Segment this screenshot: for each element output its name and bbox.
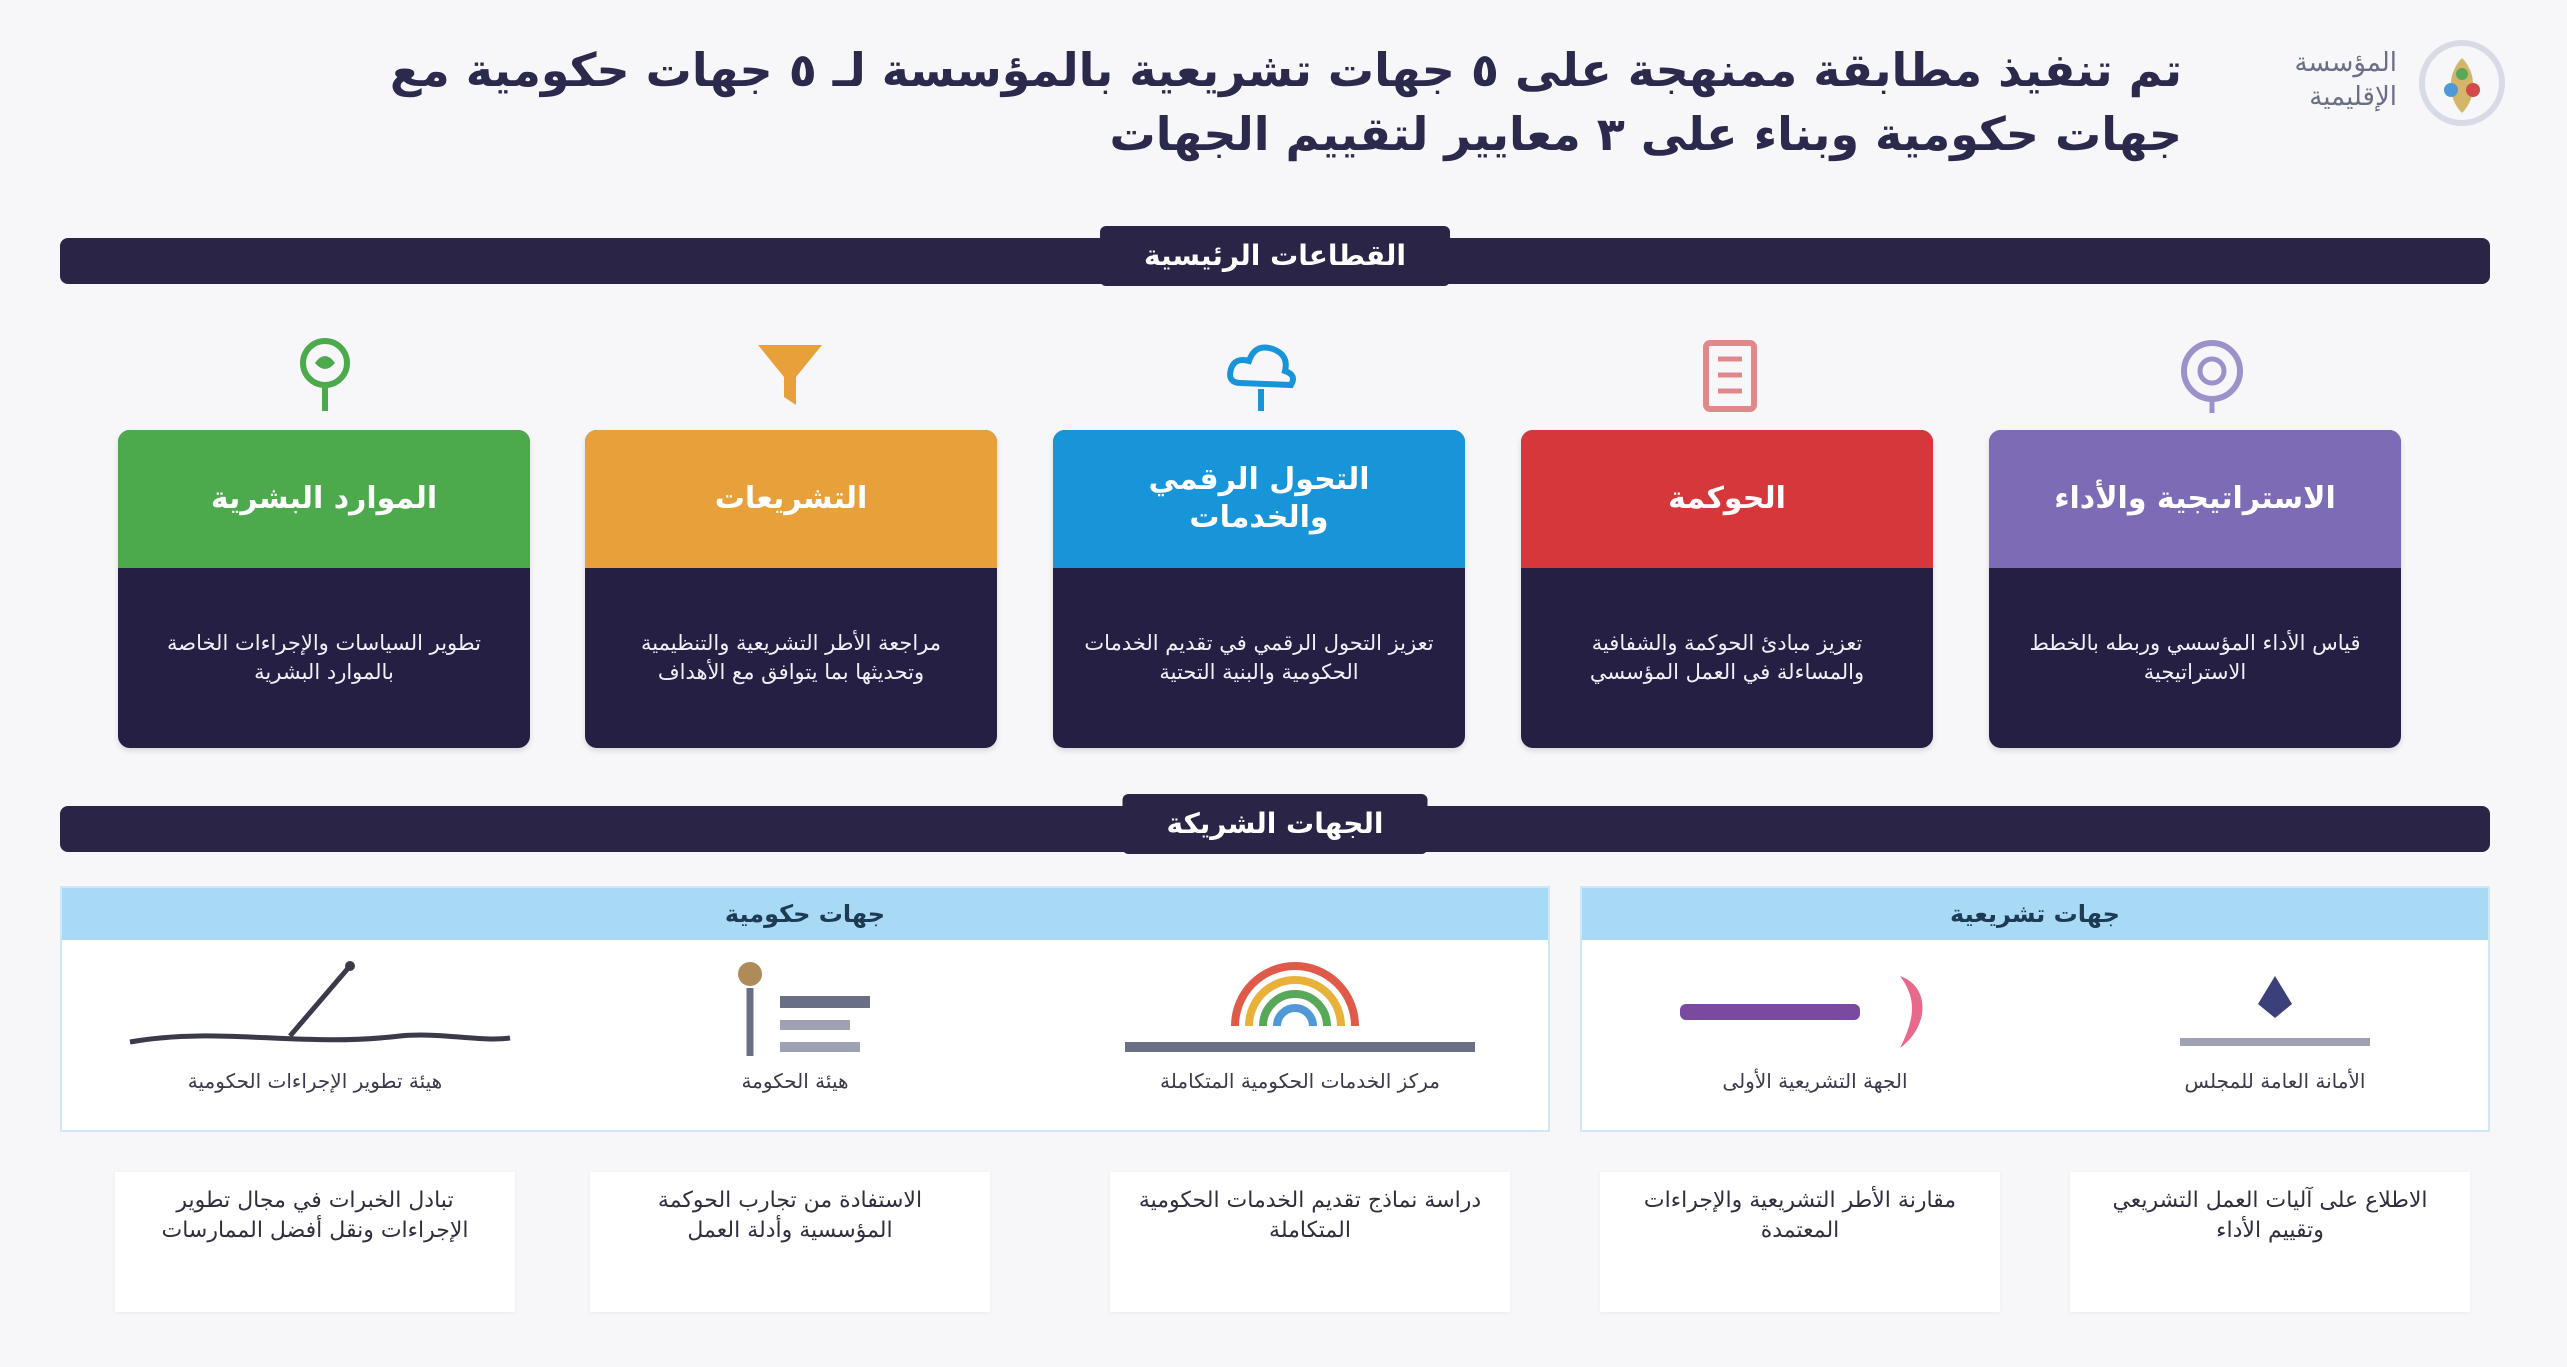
- sector-card-digital: التحول الرقمي والخدمات تعزيز التحول الرق…: [1053, 430, 1465, 748]
- sectors-section-label: القطاعات الرئيسية: [1100, 226, 1450, 286]
- partners-section-bar: الجهات الشريكة: [60, 794, 2490, 854]
- partner-item: هيئة تطوير الإجراءات الحكومية: [100, 956, 530, 1126]
- partner-item: هيئة الحكومة: [580, 956, 1010, 1126]
- cloud-icon: [1227, 344, 1296, 411]
- sector-card-strategy: الاستراتيجية والأداء قياس الأداء المؤسسي…: [1989, 430, 2401, 748]
- organization-logo: المؤسسة الإقليمية: [2207, 28, 2507, 148]
- partner-item: الجهة التشريعية الأولى: [1600, 956, 2030, 1126]
- header: تم تنفيذ مطابقة ممنهجة على ٥ جهات تشريعي…: [0, 0, 2567, 200]
- sector-card-title: الحوكمة: [1521, 430, 1933, 568]
- sector-card-legislation: التشريعات مراجعة الأطر التشريعية والتنظي…: [585, 430, 997, 748]
- sector-card-desc: تطوير السياسات والإجراءات الخاصة بالموار…: [167, 631, 481, 684]
- sector-card-title: الموارد البشرية: [118, 430, 530, 568]
- logo-text: المؤسسة الإقليمية: [2294, 48, 2397, 112]
- group-label: جهات حكومية: [62, 888, 1548, 940]
- sector-card-title: التشريعات: [585, 430, 997, 568]
- partner-description: دراسة نماذج تقديم الخدمات الحكومية المتك…: [1110, 1172, 1510, 1312]
- sector-card-hr: الموارد البشرية تطوير السياسات والإجراءا…: [118, 430, 530, 748]
- partner-name: الأمانة العامة للمجلس: [2184, 1069, 2366, 1093]
- partner-name: هيئة تطوير الإجراءات الحكومية: [187, 1069, 443, 1093]
- group-label: جهات تشريعية: [1582, 888, 2488, 940]
- emblem-icon: [2180, 976, 2370, 1046]
- sector-card-governance: الحوكمة تعزيز مبادئ الحوكمة والشفافية وا…: [1521, 430, 1933, 748]
- partner-description: الاستفادة من تجارب الحوكمة المؤسسية وأدل…: [590, 1172, 990, 1312]
- target-icon: [2181, 340, 2243, 413]
- sector-card-title: الاستراتيجية والأداء: [1989, 430, 2401, 568]
- funnel-icon: [758, 345, 822, 405]
- sector-card-desc: تعزيز مبادئ الحوكمة والشفافية والمساءلة …: [1589, 631, 1865, 684]
- partner-name: مركز الخدمات الحكومية المتكاملة: [1160, 1069, 1440, 1093]
- sector-card-desc: تعزيز التحول الرقمي في تقديم الخدمات الح…: [1084, 631, 1434, 684]
- partners-section-label: الجهات الشريكة: [1122, 794, 1428, 854]
- person-badge-icon: [738, 962, 870, 1056]
- page-title: تم تنفيذ مطابقة ممنهجة على ٥ جهات تشريعي…: [389, 43, 2182, 161]
- building-icon: [1703, 340, 1757, 412]
- partner-description: الاطلاع على آليات العمل التشريعي وتقييم …: [2070, 1172, 2470, 1312]
- ribbon-icon: [1680, 976, 1923, 1048]
- sector-card-title: التحول الرقمي والخدمات: [1053, 430, 1465, 568]
- rainbow-icon: [1125, 962, 1475, 1052]
- partner-name: الجهة التشريعية الأولى: [1722, 1069, 1908, 1093]
- pen-signature-icon: [129, 961, 511, 1045]
- partner-item: الأمانة العامة للمجلس: [2060, 956, 2490, 1126]
- sector-card-desc: مراجعة الأطر التشريعية والتنظيمية وتحديث…: [641, 631, 941, 684]
- sector-card-desc: قياس الأداء المؤسسي وربطه بالخطط الاسترا…: [2029, 631, 2361, 684]
- partner-description: مقارنة الأطر التشريعية والإجراءات المعتم…: [1600, 1172, 2000, 1312]
- emblem-logo-icon: [2419, 40, 2505, 126]
- leaf-icon: [300, 338, 350, 411]
- partner-name: هيئة الحكومة: [741, 1069, 849, 1093]
- sectors-section-bar: القطاعات الرئيسية: [60, 226, 2490, 286]
- partner-item: مركز الخدمات الحكومية المتكاملة: [1085, 956, 1515, 1126]
- partner-description: تبادل الخبرات في مجال تطوير الإجراءات ون…: [115, 1172, 515, 1312]
